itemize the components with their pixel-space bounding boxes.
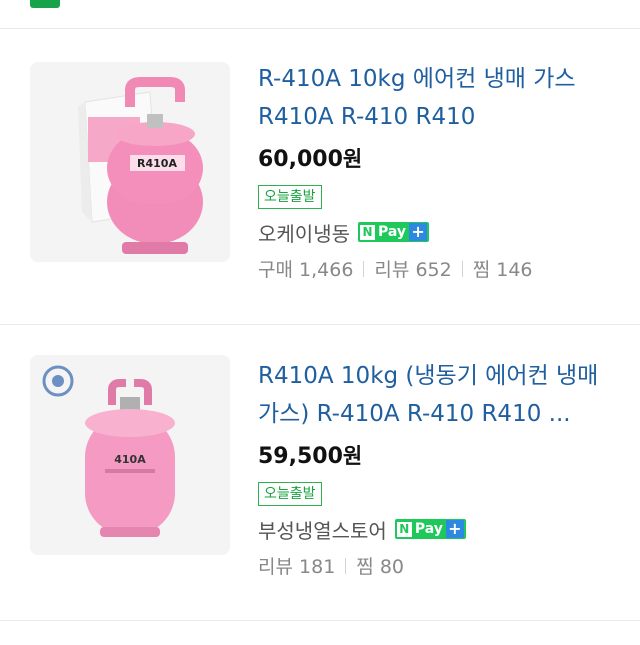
npay-badge: N Pay + — [394, 519, 466, 539]
seller-name[interactable]: 오케이냉동 — [258, 218, 350, 247]
divider — [345, 557, 347, 574]
product-price: 60,000원 — [258, 147, 363, 172]
divider — [363, 260, 365, 277]
category-icon — [30, 0, 60, 8]
naver-n-icon: N — [396, 521, 412, 537]
npay-label: Pay — [378, 224, 407, 240]
divider — [461, 260, 463, 277]
product-title[interactable]: R-410A 10kg 에어컨 냉매 가스 R410A R-410 R410 — [258, 60, 618, 136]
product-title[interactable]: R410A 10kg (냉동기 에어컨 냉매가스) R-410A R-410 R… — [258, 357, 618, 433]
seller-row: 부성냉열스토어 N Pay + — [258, 514, 618, 544]
stat-wishes: 찜 80 — [356, 556, 404, 578]
product-image[interactable]: 410A — [30, 355, 230, 555]
npay-badge: N Pay + — [358, 222, 430, 242]
delivery-badge: 오늘출발 — [258, 185, 322, 209]
plus-icon: + — [445, 520, 464, 538]
npay-label: Pay — [414, 521, 443, 537]
product-stats: 구매 1,466 리뷰 652 찜 146 — [258, 255, 618, 282]
stat-reviews[interactable]: 리뷰 652 — [374, 255, 451, 282]
stat-purchases: 구매 1,466 — [258, 259, 354, 281]
top-header — [0, 0, 640, 29]
product-info: R410A 10kg (냉동기 에어컨 냉매가스) R-410A R-410 R… — [258, 357, 618, 579]
stat-reviews[interactable]: 리뷰 181 — [258, 552, 335, 579]
stat-wishes: 찜 146 — [472, 259, 533, 281]
can-label: R410A — [137, 157, 177, 170]
product-card[interactable]: 410A R410A 10kg (냉동기 에어컨 냉매가스) R-410A R-… — [0, 325, 640, 621]
naver-n-icon: N — [360, 224, 375, 240]
product-price: 59,500원 — [258, 444, 363, 469]
product-card[interactable]: R410A R-410A 10kg 에어컨 냉매 가스 R410A R-410 … — [0, 29, 640, 325]
plus-icon: + — [409, 223, 428, 241]
can-label: 410A — [114, 453, 146, 466]
product-stats: 리뷰 181 찜 80 — [258, 552, 618, 579]
seller-row: 오케이냉동 N Pay + — [258, 217, 618, 247]
product-info: R-410A 10kg 에어컨 냉매 가스 R410A R-410 R410 6… — [258, 60, 618, 282]
delivery-badge: 오늘출발 — [258, 482, 322, 506]
seller-name[interactable]: 부성냉열스토어 — [258, 515, 387, 544]
product-image[interactable]: R410A — [30, 62, 230, 262]
